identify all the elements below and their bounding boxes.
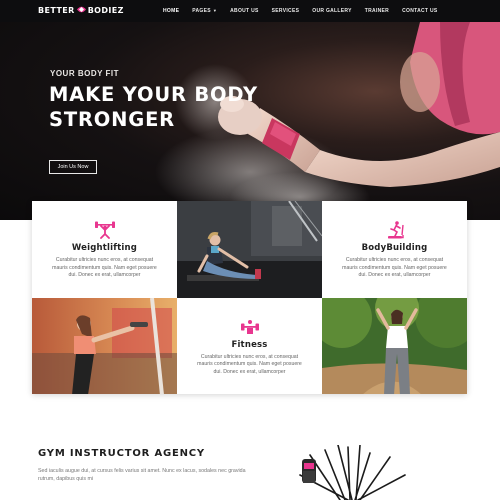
hero-title: MAKE YOUR BODY STRONGER xyxy=(49,82,258,132)
kettlebell-image xyxy=(299,445,406,500)
bodybuilding-card[interactable]: BodyBuilding Curabitur ultricies nunc er… xyxy=(322,201,467,298)
nav-contact-us[interactable]: CONTACT US xyxy=(396,8,444,14)
nav-home[interactable]: HOME xyxy=(157,8,186,14)
nav-trainer[interactable]: TRAINER xyxy=(358,8,395,14)
agency-text: Sed iaculis augue dui, at cursus felis v… xyxy=(38,468,246,482)
agency-title: GYM INSTRUCTOR AGENCY xyxy=(38,448,205,459)
bodybuilding-title: BodyBuilding xyxy=(361,243,428,253)
main-menu: HOME PAGES ▼ ABOUT US SERVICES OUR GALLER… xyxy=(157,0,444,22)
hero-title-line-2: STRONGER xyxy=(49,108,175,131)
fitness-card[interactable]: Fitness Curabitur ultricies nunc eros, a… xyxy=(177,297,322,394)
nav-services[interactable]: SERVICES xyxy=(265,8,306,14)
logo-text-left: BETTER xyxy=(38,6,75,15)
outdoor-photo xyxy=(322,297,467,394)
brand-logo[interactable]: BETTER BODIEZ xyxy=(38,5,124,15)
top-navbar: BETTER BODIEZ HOME PAGES ▼ ABOUT US SERVIC… xyxy=(0,0,500,22)
stretching-photo xyxy=(177,201,322,298)
services-grid: Weightlifting Curabitur ultricies nunc e… xyxy=(32,201,467,394)
weightlifting-title: Weightlifting xyxy=(71,243,138,253)
fitness-text: Curabitur ultricies nunc eros, at conseq… xyxy=(197,353,302,375)
weightlifting-text: Curabitur ultricies nunc eros, at conseq… xyxy=(52,257,157,278)
nav-about-us[interactable]: ABOUT US xyxy=(224,8,266,14)
hero-banner: YOUR BODY FIT MAKE YOUR BODY STRONGER Jo… xyxy=(0,22,500,220)
logo-emblem-icon xyxy=(76,6,86,13)
fitness-title: Fitness xyxy=(231,339,268,350)
bodybuilding-text: Curabitur ultricies nunc eros, at conseq… xyxy=(342,257,447,278)
hero-eyebrow: YOUR BODY FIT xyxy=(50,69,120,78)
nav-our-gallery[interactable]: OUR GALLERY xyxy=(306,8,359,14)
nav-pages-label: PAGES xyxy=(192,8,211,14)
treadmill-icon xyxy=(387,221,404,239)
join-us-button[interactable]: Join Us Now xyxy=(49,160,97,174)
workout-photo xyxy=(32,297,177,394)
chevron-down-icon: ▼ xyxy=(212,8,218,13)
logo-text-right: BODIEZ xyxy=(87,6,124,15)
weightlifting-card[interactable]: Weightlifting Curabitur ultricies nunc e… xyxy=(32,201,177,298)
hero-title-line-1: MAKE YOUR BODY xyxy=(49,83,258,106)
dumbbell-icon xyxy=(240,319,259,334)
barbell-lift-icon xyxy=(94,221,115,239)
nav-pages[interactable]: PAGES ▼ xyxy=(186,8,224,14)
